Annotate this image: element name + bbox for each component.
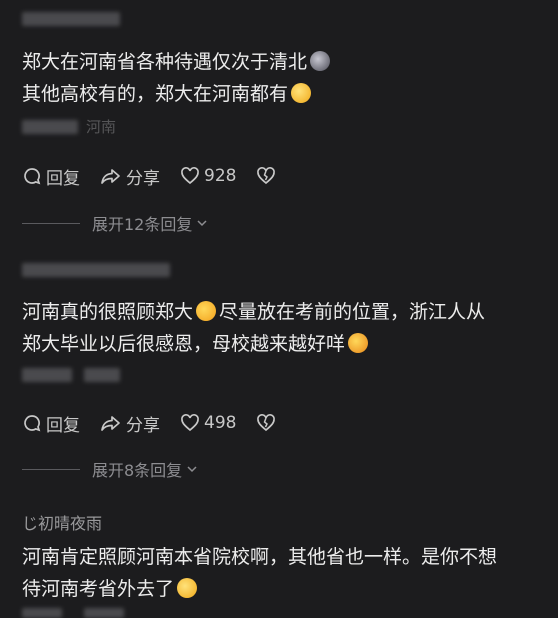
chevron-down-icon bbox=[197, 220, 207, 227]
share-icon bbox=[101, 169, 120, 184]
dislike-button[interactable] bbox=[256, 413, 280, 433]
share-button[interactable]: 分享 bbox=[100, 164, 160, 189]
comment-text: 河南肯定照顾河南本省院校啊，其他省也一样。是你不想 待河南考省外去了 bbox=[22, 546, 498, 600]
username-blurred[interactable] bbox=[22, 12, 120, 26]
comment-text: 河南真的很照顾郑大 尽量放在考前的位置，浙江人从 郑大毕业以后很感恩，母校越来越好… bbox=[22, 301, 486, 355]
star-struck-emoji bbox=[348, 333, 369, 353]
smirk-cat-emoji bbox=[310, 51, 331, 71]
meta-blurred bbox=[22, 608, 62, 618]
reply-button[interactable]: 回复 bbox=[22, 164, 80, 189]
heart-hands-emoji bbox=[196, 301, 217, 321]
expand-replies[interactable]: 展开12条回复 bbox=[22, 213, 209, 234]
grin-sweat-emoji bbox=[177, 578, 198, 598]
share-button[interactable]: 分享 bbox=[100, 411, 160, 436]
reply-button[interactable]: 回复 bbox=[22, 411, 80, 436]
sweat-smile-emoji bbox=[291, 83, 312, 103]
dislike-button[interactable] bbox=[256, 166, 280, 186]
username[interactable]: じ初晴夜雨 bbox=[22, 510, 102, 534]
meta-blurred bbox=[84, 368, 120, 382]
meta-blurred bbox=[22, 368, 72, 382]
reply-icon bbox=[24, 168, 41, 185]
like-button[interactable]: 498 bbox=[180, 413, 236, 433]
username-blurred[interactable] bbox=[22, 263, 170, 277]
expand-replies[interactable]: 展开8条回复 bbox=[22, 459, 199, 480]
divider bbox=[22, 468, 80, 470]
divider bbox=[22, 222, 80, 224]
meta-blurred bbox=[22, 120, 78, 134]
like-button[interactable]: 928 bbox=[180, 166, 236, 186]
broken-heart-icon bbox=[257, 414, 276, 432]
comment-text: 郑大在河南省各种待遇仅次于清北 其他高校有的，郑大在河南都有 bbox=[22, 46, 552, 110]
action-bar: 回复 分享 498 bbox=[22, 411, 300, 436]
chevron-down-icon bbox=[187, 466, 197, 473]
broken-heart-icon bbox=[257, 167, 276, 185]
heart-icon bbox=[181, 414, 199, 432]
meta-location: 河南 bbox=[86, 118, 117, 136]
action-bar: 回复 分享 928 bbox=[22, 164, 300, 189]
meta-blurred bbox=[84, 608, 124, 618]
reply-icon bbox=[24, 415, 41, 432]
share-icon bbox=[101, 416, 120, 431]
heart-icon bbox=[181, 167, 199, 185]
